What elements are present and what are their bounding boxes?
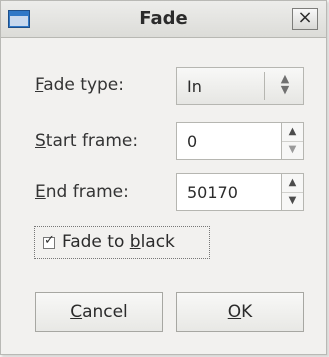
spin-up-icon[interactable]: ▲ (282, 174, 303, 193)
end-frame-label-rest: nd frame: (45, 182, 129, 202)
ok-button[interactable]: OK (176, 292, 304, 332)
fade-type-label: Fade type: (35, 75, 124, 95)
checkbox-checked-icon[interactable] (43, 233, 55, 249)
select-separator (264, 72, 265, 100)
dialog-title: Fade (139, 8, 188, 29)
ok-label-rest: K (241, 302, 253, 322)
start-frame-value: 0 (187, 132, 198, 151)
fade-to-black-checkbox-row[interactable]: Fade to black (34, 226, 210, 259)
start-frame-spin-buttons: ▲ ▼ (281, 123, 303, 159)
end-frame-mnemonic: E (35, 182, 46, 202)
end-frame-value: 50170 (187, 183, 238, 202)
fade-type-mnemonic: F (35, 75, 44, 95)
start-frame-label-rest: tart frame: (45, 131, 139, 151)
title-bar: Fade × (1, 1, 326, 38)
fade-to-black-mnemonic: b (129, 232, 141, 252)
fade-to-black-prefix: Fade to (62, 232, 130, 252)
end-frame-spinbox[interactable]: 50170 ▲ ▼ (176, 173, 304, 211)
start-frame-spinbox[interactable]: 0 ▲ ▼ (176, 122, 304, 160)
start-frame-label: Start frame: (35, 131, 138, 151)
fade-dialog: Fade × Fade type: In ▲ ▼ Start frame: 0 ▲… (0, 0, 327, 355)
fade-type-value: In (187, 77, 202, 96)
close-button[interactable]: × (292, 8, 318, 30)
cancel-button[interactable]: Cancel (35, 292, 163, 332)
close-icon: × (297, 7, 313, 28)
cancel-label-rest: ancel (82, 302, 128, 322)
spin-up-icon[interactable]: ▲ (282, 123, 303, 142)
start-frame-mnemonic: S (35, 131, 46, 151)
fade-to-black-suffix: lack (140, 232, 175, 252)
cancel-mnemonic: C (70, 302, 83, 322)
end-frame-spin-buttons: ▲ ▼ (281, 174, 303, 210)
spin-down-icon[interactable]: ▼ (282, 141, 303, 159)
spin-down-icon[interactable]: ▼ (282, 192, 303, 210)
updown-arrows-icon: ▲ ▼ (280, 72, 290, 96)
fade-to-black-label: Fade to black (62, 232, 175, 252)
fade-type-label-rest: ade type: (43, 75, 124, 95)
fade-type-select[interactable]: In ▲ ▼ (176, 67, 304, 105)
end-frame-label: End frame: (35, 182, 129, 202)
ok-mnemonic: O (227, 302, 242, 322)
